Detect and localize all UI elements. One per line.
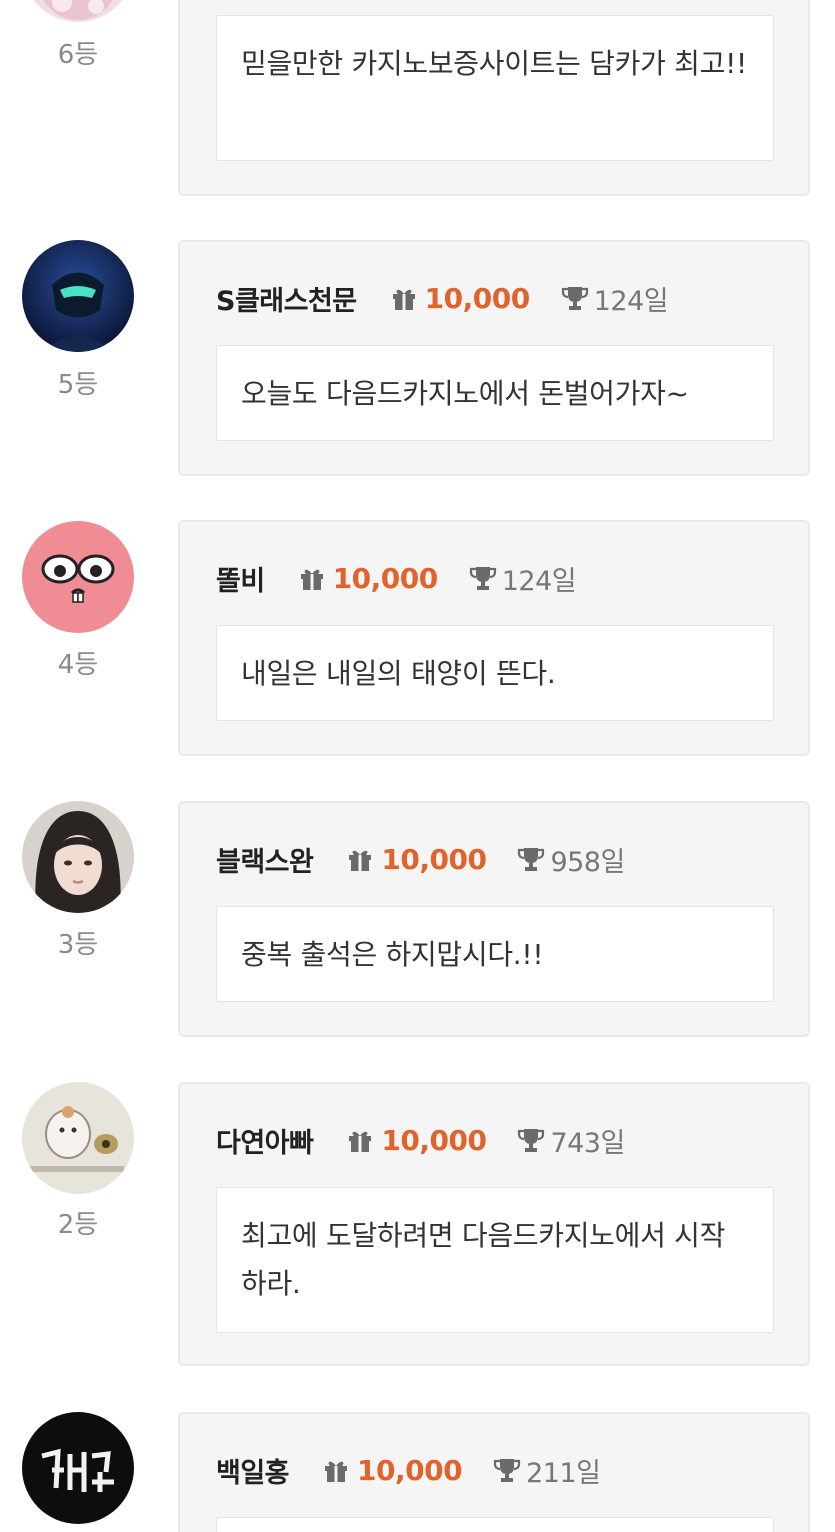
rank-label: 2등: [57, 1210, 99, 1240]
attendance-days: 743일: [550, 1127, 625, 1159]
comment-meta: S클래스천문 10,000 124일: [216, 278, 669, 318]
comment-message: 중복 출석은 하지맙시다.!!: [216, 906, 774, 1002]
points-value: 10,000: [424, 281, 531, 315]
points-value: 10,000: [381, 842, 487, 876]
nickname[interactable]: 백일홍: [216, 1451, 290, 1490]
gift-icon: [297, 563, 327, 593]
nickname[interactable]: 똘비: [216, 559, 265, 598]
comment-meta: 백일홍 10,000 211일: [216, 1450, 601, 1490]
attendance-days: 124일: [501, 565, 577, 597]
avatar[interactable]: [22, 521, 134, 633]
comment-card: S클래스천문 10,000 124일 오늘도 다음드카지노에서 돈벌어가자~: [178, 240, 810, 476]
comment-card: 똘비 10,000 124일 내일은 내일의 태양이 뜬다.: [178, 520, 810, 756]
comment-card: 백일홍 10,000 211일: [178, 1412, 810, 1532]
comment-message: 내일은 내일의 태양이 뜬다.: [216, 625, 774, 721]
gift-icon: [321, 1455, 351, 1485]
avatar[interactable]: [22, 240, 134, 352]
rank-label: 6등: [57, 40, 99, 70]
comment-message: 오늘도 다음드카지노에서 돈벌어가자~: [216, 345, 774, 441]
avatar[interactable]: [22, 0, 134, 22]
avatar[interactable]: [22, 1412, 134, 1524]
comment-message: 최고에 도달하려면 다음드카지노에서 시작하라.: [216, 1187, 774, 1333]
trophy-icon: [468, 563, 498, 593]
points-value: 10,000: [381, 1123, 487, 1157]
gift-icon: [345, 844, 375, 874]
points-value: 10,000: [332, 561, 439, 595]
comment-meta: 블랙스완 10,000 958일: [216, 839, 625, 879]
rank-label: 4등: [57, 650, 99, 680]
attendance-days: 211일: [526, 1457, 601, 1489]
nickname[interactable]: S클래스천문: [216, 279, 357, 318]
gift-icon: [389, 283, 419, 313]
comment-meta: 다연아빠 10,000 743일: [216, 1120, 625, 1160]
trophy-icon: [516, 844, 546, 874]
attendance-days: 124일: [593, 285, 669, 317]
attendance-ranking-list: 6등 믿을만한 카지노보증사이트는 담카가 최고!! 5등 S클래스천문 10,…: [0, 0, 835, 1532]
comment-message: [216, 1517, 774, 1532]
attendance-days: 958일: [550, 846, 625, 878]
rank-label: 5등: [57, 370, 99, 400]
avatar[interactable]: [22, 801, 134, 913]
comment-card: 다연아빠 10,000 743일 최고에 도달하려면 다음드카지노에서 시작하라…: [178, 1082, 810, 1366]
nickname[interactable]: 블랙스완: [216, 840, 314, 879]
gift-icon: [345, 1125, 375, 1155]
comment-message: 믿을만한 카지노보증사이트는 담카가 최고!!: [216, 15, 774, 161]
points-value: 10,000: [357, 1453, 463, 1487]
comment-meta: 똘비 10,000 124일: [216, 558, 577, 598]
trophy-icon: [560, 283, 590, 313]
comment-card: 믿을만한 카지노보증사이트는 담카가 최고!!: [178, 0, 810, 196]
trophy-icon: [516, 1125, 546, 1155]
avatar[interactable]: [22, 1082, 134, 1194]
rank-label: 3등: [57, 930, 99, 960]
nickname[interactable]: 다연아빠: [216, 1121, 314, 1160]
comment-card: 블랙스완 10,000 958일 중복 출석은 하지맙시다.!!: [178, 801, 810, 1037]
trophy-icon: [492, 1455, 522, 1485]
